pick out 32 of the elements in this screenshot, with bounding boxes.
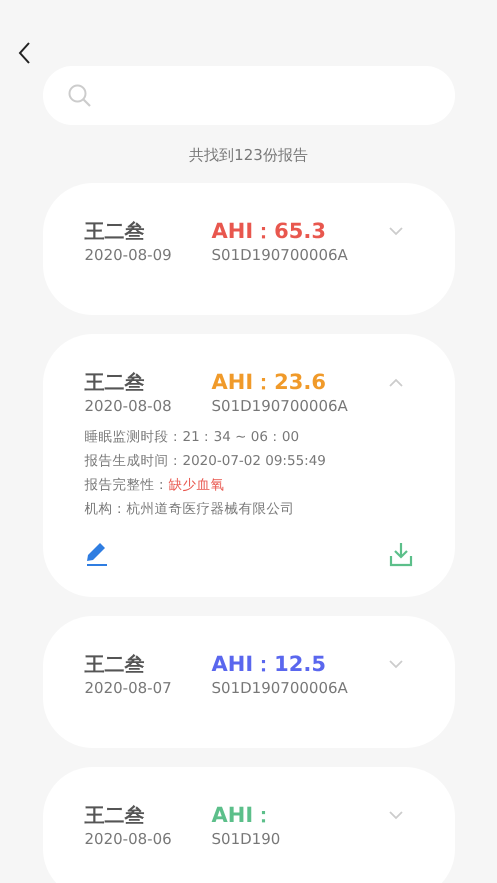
detail-line: 报告完整性：缺少血氧	[84, 476, 226, 495]
detail-line: 报告生成时间：2020-07-02 09:55:49	[84, 452, 327, 471]
report-date: 2020-08-08	[84, 396, 173, 417]
ahi-value: AHI：65.3	[212, 218, 327, 244]
detail-line: 机构：杭州道奇医疗器械有限公司	[84, 500, 296, 519]
report-card[interactable]: 王二叁 2020-08-09 AHI：65.3 S01D190700006A	[42, 183, 454, 315]
ahi-value: AHI：23.6	[212, 369, 327, 395]
patient-name: 王二叁	[84, 651, 146, 677]
report-date: 2020-08-06	[84, 829, 173, 850]
report-card[interactable]: 王二叁 2020-08-08 AHI：23.6 S01D190700006A 睡眠监测时段：21：34 ~ 06：00 报告生成时间：2020-07-02 09:55:49 报告完整性：缺少血氧 机构：杭州道奇医疗器械有限公司	[42, 334, 454, 597]
patient-name: 王二叁	[84, 802, 146, 828]
report-card[interactable]: 王二叁 2020-08-07 AHI：12.5 S01D190700006A	[42, 616, 454, 748]
download-icon[interactable]	[388, 541, 412, 567]
device-serial: S01D190700006A	[212, 245, 349, 266]
device-serial: S01D190700006A	[212, 678, 349, 699]
device-serial: S01D190	[212, 829, 282, 850]
edit-icon[interactable]	[84, 541, 108, 567]
patient-name: 王二叁	[84, 218, 146, 244]
report-card[interactable]: 王二叁 2020-08-06 AHI： S01D190	[42, 767, 454, 883]
report-date: 2020-08-07	[84, 678, 173, 699]
device-serial: S01D190700006A	[212, 396, 349, 417]
detail-line: 睡眠监测时段：21：34 ~ 06：00	[84, 428, 300, 447]
chevron-down-icon[interactable]	[388, 811, 402, 820]
chevron-down-icon[interactable]	[388, 227, 402, 236]
report-date: 2020-08-09	[84, 245, 173, 266]
result-count: 共找到123份报告	[189, 146, 308, 165]
search-icon	[66, 82, 92, 108]
patient-name: 王二叁	[84, 369, 146, 395]
chevron-up-icon[interactable]	[388, 378, 402, 387]
ahi-value: AHI：	[212, 802, 276, 828]
chevron-down-icon[interactable]	[388, 660, 402, 669]
ahi-value: AHI：12.5	[212, 651, 327, 677]
